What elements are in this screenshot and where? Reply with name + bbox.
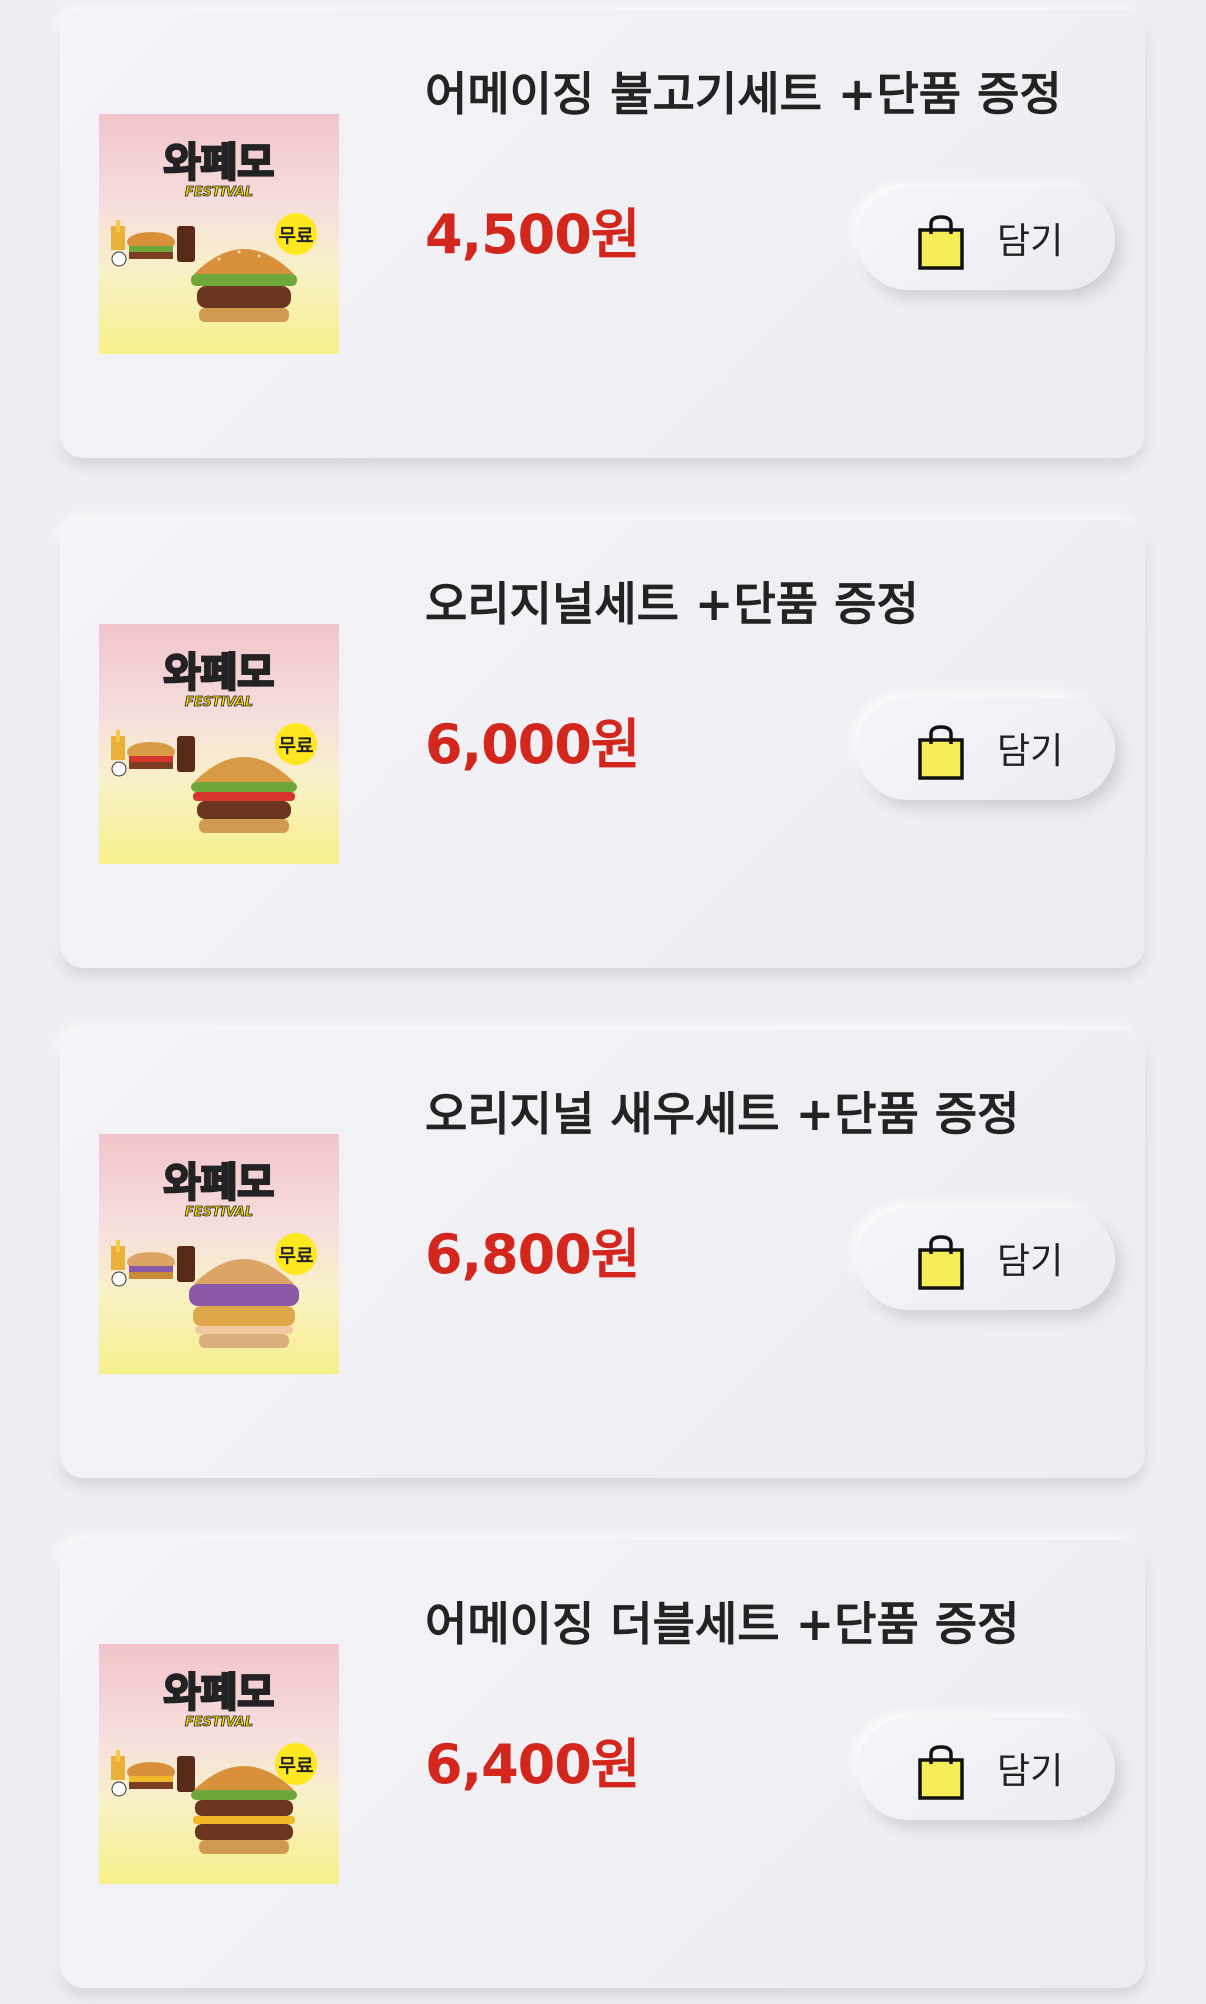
shopping-bag-icon (918, 1745, 964, 1800)
burger-illustration: 와페모 FESTIVAL 무료 (111, 1159, 317, 1348)
burger-illustration: 와페모 FESTIVAL 무료 (111, 139, 317, 322)
add-to-cart-button[interactable]: 담기 (857, 188, 1115, 290)
svg-text:무료: 무료 (279, 735, 314, 757)
product-card[interactable]: 와페모 FESTIVAL 무료 오리지널 새우세트 +단품 증정 6,800원 (60, 1030, 1145, 1478)
product-image: 와페모 FESTIVAL 무료 (99, 1134, 339, 1374)
product-price: 6,800원 (425, 1223, 640, 1286)
product-title: 어메이징 불고기세트 +단품 증정 (425, 67, 1062, 121)
svg-text:FESTIVAL: FESTIVAL (185, 695, 253, 710)
add-to-cart-button[interactable]: 담기 (857, 1208, 1115, 1310)
svg-text:와페모: 와페모 (164, 1160, 274, 1206)
product-card[interactable]: 와페모 FESTIVAL 무료 어메이징 더블세트 +단품 증정 6,400원 … (60, 1540, 1145, 1988)
burger-illustration: 와페모 FESTIVAL 무료 (111, 1669, 317, 1854)
product-card[interactable]: 와페모 FESTIVAL 무료 오리지널세트 +단품 증정 6,000원 담기 (60, 520, 1145, 968)
shopping-bag-icon (918, 215, 964, 270)
product-card[interactable]: 와페모 FESTIVAL 무료 어메이징 불고기세트 +단품 증정 4,500원… (60, 10, 1145, 458)
shopping-bag-icon (918, 1235, 964, 1290)
svg-text:와페모: 와페모 (164, 140, 274, 186)
add-button-label: 담기 (997, 1241, 1064, 1282)
svg-text:무료: 무료 (279, 1245, 314, 1267)
svg-text:와페모: 와페모 (164, 650, 274, 696)
add-to-cart-button[interactable]: 담기 (857, 1718, 1115, 1820)
add-button-label: 담기 (997, 1751, 1064, 1792)
svg-text:무료: 무료 (279, 1755, 314, 1777)
product-image: 와페모 FESTIVAL 무료 (99, 1644, 339, 1884)
shopping-bag-icon (918, 725, 964, 780)
product-title: 오리지널 새우세트 +단품 증정 (425, 1087, 1020, 1141)
svg-text:FESTIVAL: FESTIVAL (185, 1205, 253, 1220)
svg-text:FESTIVAL: FESTIVAL (185, 185, 253, 200)
add-button-label: 담기 (997, 221, 1064, 262)
product-price: 6,000원 (425, 713, 640, 776)
product-image: 와페모 FESTIVAL 무료 (99, 114, 339, 354)
product-list: 와페모 FESTIVAL 무료 어메이징 불고기세트 +단품 증정 4,500원… (0, 0, 1206, 2004)
svg-text:무료: 무료 (279, 225, 314, 247)
svg-text:와페모: 와페모 (164, 1670, 274, 1716)
add-to-cart-button[interactable]: 담기 (857, 698, 1115, 800)
product-price: 6,400원 (425, 1733, 640, 1796)
product-title: 어메이징 더블세트 +단품 증정 (425, 1597, 1020, 1651)
product-price: 4,500원 (425, 203, 640, 266)
svg-text:FESTIVAL: FESTIVAL (185, 1715, 253, 1730)
product-title: 오리지널세트 +단품 증정 (425, 577, 919, 631)
product-image: 와페모 FESTIVAL 무료 (99, 624, 339, 864)
burger-illustration: 와페모 FESTIVAL 무료 (111, 649, 317, 833)
add-button-label: 담기 (997, 731, 1064, 772)
